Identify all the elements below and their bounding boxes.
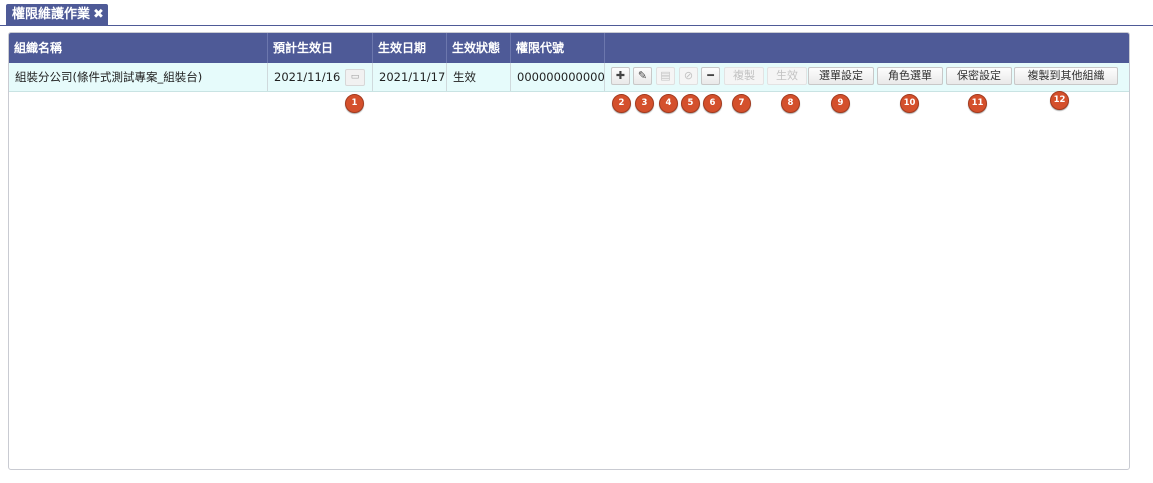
cell-effective-date: 2021/11/17 [373, 63, 447, 91]
col-header-perm-code[interactable]: 權限代號 [511, 33, 605, 63]
callout-marker-6: 6 [703, 94, 722, 113]
copy-button[interactable]: 複製 [724, 67, 764, 85]
close-icon[interactable]: ✖ [93, 4, 104, 25]
grid-panel: 組織名稱 預計生效日 生效日期 生效狀態 權限代號 組裝分公司(條件式測試專案_… [8, 32, 1130, 470]
callout-marker-10: 10 [900, 94, 919, 113]
cell-org-name: 組裝分公司(條件式測試專案_組裝台) [9, 63, 268, 91]
tab-bar: 權限維護作業 ✖ [0, 0, 1153, 26]
callout-marker-4: 4 [659, 94, 678, 113]
callout-marker-1: 1 [345, 94, 364, 113]
add-button[interactable]: ✚ [611, 67, 630, 85]
col-header-planned-date[interactable]: 預計生效日 [268, 33, 373, 63]
menu-setting-button[interactable]: 選單設定 [808, 67, 874, 85]
save-button[interactable]: ▤ [656, 67, 675, 85]
tab-underline [0, 25, 1153, 26]
activate-button[interactable]: 生效 [767, 67, 807, 85]
tab-permission-maintenance[interactable]: 權限維護作業 ✖ [6, 4, 108, 25]
cell-perm-code: 000000000000 [511, 63, 605, 91]
edit-button[interactable]: ✎ [633, 67, 652, 85]
tab-title: 權限維護作業 [12, 7, 91, 22]
callout-marker-2: 2 [612, 94, 631, 113]
callout-marker-9: 9 [831, 94, 850, 113]
callout-marker-8: 8 [781, 94, 800, 113]
col-header-effective-date[interactable]: 生效日期 [373, 33, 447, 63]
callout-marker-3: 3 [635, 94, 654, 113]
grid-header: 組織名稱 預計生效日 生效日期 生效狀態 權限代號 [9, 33, 1129, 63]
folder-open-icon[interactable]: ▭ [345, 69, 365, 86]
col-header-org-name[interactable]: 組織名稱 [9, 33, 268, 63]
cell-status: 生效 [447, 63, 511, 91]
col-header-status[interactable]: 生效狀態 [447, 33, 511, 63]
callout-marker-11: 11 [968, 94, 987, 113]
planned-date-value: 2021/11/16 [274, 70, 341, 84]
role-menu-button[interactable]: 角色選單 [877, 67, 943, 85]
cancel-button[interactable]: ⊘ [679, 67, 698, 85]
callout-marker-5: 5 [681, 94, 700, 113]
secrecy-setting-button[interactable]: 保密設定 [946, 67, 1012, 85]
delete-button[interactable]: ━ [701, 67, 720, 85]
callout-marker-12: 12 [1050, 91, 1069, 110]
copy-to-other-org-button[interactable]: 複製到其他組織 [1014, 67, 1118, 85]
callout-marker-7: 7 [732, 94, 751, 113]
